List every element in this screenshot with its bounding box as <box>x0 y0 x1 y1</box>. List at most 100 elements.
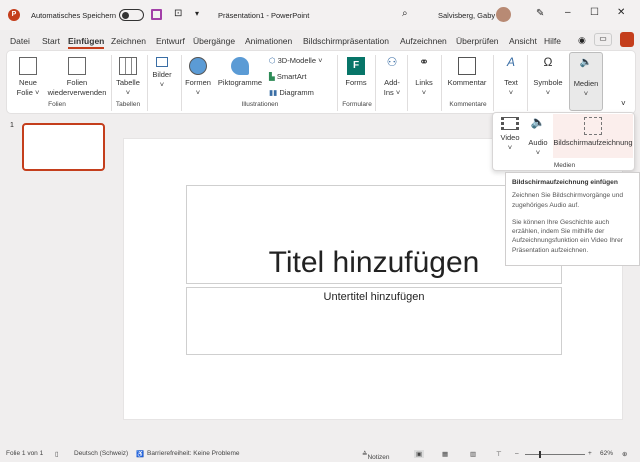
tab-entwurf[interactable]: Entwurf <box>156 36 185 46</box>
minimize-button[interactable]: – <box>565 7 571 18</box>
spellcheck-icon[interactable]: ▯ <box>55 450 59 458</box>
omega-icon: Ω <box>543 55 553 69</box>
tab-ansicht[interactable]: Ansicht <box>509 36 537 46</box>
slide-sorter-icon[interactable]: ▦ <box>442 450 448 458</box>
forms-icon: F <box>347 57 365 75</box>
chart-button[interactable]: ▮▮ Diagramm <box>269 88 314 98</box>
screen-recording-icon <box>584 117 602 135</box>
media-button[interactable]: 🔈 Medien ˅ <box>569 52 603 111</box>
smartart-icon: ▙ <box>269 72 277 81</box>
tooltip: Bildschirmaufzeichnung einfügen Zeichnen… <box>505 172 640 266</box>
slide-number: 1 <box>10 122 14 129</box>
powerpoint-logo-icon: P <box>8 9 20 21</box>
tab-start[interactable]: Start <box>42 36 60 46</box>
user-name[interactable]: Salvisberg, Gaby <box>438 11 495 20</box>
tab-einfuegen[interactable]: Einfügen <box>68 36 105 49</box>
slideshow-icon[interactable]: ⊤ <box>496 450 502 458</box>
text-icon: A <box>506 55 515 69</box>
smartart-button[interactable]: ▙ SmartArt <box>269 72 306 82</box>
share-button[interactable] <box>620 32 634 47</box>
pictures-button[interactable]: Bilder ˅ <box>149 57 175 90</box>
addins-icon: ⚇ <box>386 55 398 69</box>
ribbon: Neue Folie ˅ Folien wiederverwenden Folien… <box>6 50 636 114</box>
chart-icon: ▮▮ <box>269 88 280 97</box>
new-slide-button[interactable]: Neue Folie ˅ <box>13 57 43 98</box>
tab-ueberpruefen[interactable]: Überprüfen <box>456 36 499 46</box>
audio-button[interactable]: 🔈 Audio ˅ <box>525 115 551 158</box>
present-icon[interactable]: ⊡ <box>174 8 182 19</box>
3d-models-button[interactable]: ⬡ 3D-Modelle ˅ <box>269 56 322 66</box>
group-label-medien: Medien <box>553 162 576 169</box>
media-dropdown: Video ˅ 🔈 Audio ˅ Bildschirmaufzeichnung Me… <box>492 112 635 171</box>
screen-recording-button[interactable]: Bildschirmaufzeichnung <box>553 114 633 158</box>
film-icon <box>501 117 519 130</box>
notes-button[interactable]: ≙ Notizen <box>362 450 390 461</box>
link-icon: ⚭ <box>418 55 430 69</box>
table-button[interactable]: Tabelle ˅ <box>113 57 143 98</box>
group-label-folien: Folien <box>48 101 66 108</box>
icons-button[interactable]: Piktogramme <box>215 57 265 88</box>
text-button[interactable]: A Text ˅ <box>497 55 525 98</box>
autosave-toggle[interactable] <box>119 9 144 21</box>
tab-zeichnen[interactable]: Zeichnen <box>111 36 146 46</box>
forms-button[interactable]: F Forms <box>341 57 371 88</box>
tooltip-title: Bildschirmaufzeichnung einfügen <box>512 179 618 186</box>
pen-icon[interactable]: ✎ <box>536 8 544 19</box>
tab-animationen[interactable]: Animationen <box>245 36 292 46</box>
icons-icon <box>231 57 249 75</box>
3d-model-icon: ⬡ <box>269 56 278 65</box>
links-button[interactable]: ⚭ Links ˅ <box>411 55 437 98</box>
search-icon[interactable]: ⌕ <box>402 8 408 19</box>
fit-to-window-icon[interactable]: ⊕ <box>622 450 627 458</box>
slide-thumbnail[interactable] <box>22 123 105 171</box>
shapes-icon <box>189 57 207 75</box>
addins-button[interactable]: ⚇ Add- Ins ˅ <box>379 55 405 98</box>
group-label-formulare: Formulare <box>342 101 372 108</box>
language[interactable]: Deutsch (Schweiz) <box>74 450 128 457</box>
status-bar: Folie 1 von 1 ▯ Deutsch (Schweiz) ♿ Barr… <box>0 446 640 462</box>
record-icon[interactable]: ◉ <box>578 35 586 46</box>
accessibility-status[interactable]: Barrierefreiheit: Keine Probleme <box>147 450 240 457</box>
comments-icon[interactable]: ▭ <box>594 33 612 46</box>
speaker-icon: 🔈 <box>530 115 546 129</box>
speaker-icon: 🔈 <box>579 57 593 68</box>
reuse-slides-button[interactable]: Folien wiederverwenden <box>45 57 109 98</box>
group-label-illustrationen: Illustrationen <box>241 101 279 108</box>
title-bar: P Automatisches Speichern ⊡ ▾ Präsentati… <box>0 0 640 30</box>
tab-aufzeichnen[interactable]: Aufzeichnen <box>400 36 447 46</box>
document-title: Präsentation1 - PowerPoint <box>218 11 310 20</box>
ribbon-collapse-icon[interactable]: ˅ <box>621 99 626 108</box>
zoom-in-button[interactable]: + <box>588 450 592 457</box>
shapes-button[interactable]: Formen ˅ <box>183 57 213 98</box>
zoom-level[interactable]: 62% <box>600 450 613 457</box>
subtitle-placeholder[interactable]: Untertitel hinzufügen <box>186 287 562 355</box>
autosave-label: Automatisches Speichern <box>31 11 117 20</box>
avatar[interactable] <box>496 7 511 22</box>
tooltip-text-1: Zeichnen Sie Bildschirmvorgänge und zuge… <box>512 192 624 209</box>
zoom-slider[interactable] <box>525 451 585 458</box>
tab-hilfe[interactable]: Hilfe <box>544 36 561 46</box>
tab-bildschirmpraesentation[interactable]: Bildschirmpräsentation <box>303 36 389 46</box>
new-slide-icon <box>19 57 37 75</box>
tab-uebergaenge[interactable]: Übergänge <box>193 36 235 46</box>
close-button[interactable]: ✕ <box>617 7 625 18</box>
comment-icon <box>458 57 476 75</box>
maximize-button[interactable]: ☐ <box>590 7 599 18</box>
video-button[interactable]: Video ˅ <box>497 117 523 153</box>
tab-datei[interactable]: Datei <box>10 36 30 46</box>
accessibility-icon[interactable]: ♿ <box>136 450 144 458</box>
comment-button[interactable]: Kommentar <box>445 57 489 88</box>
group-label-tabellen: Tabellen <box>115 101 141 108</box>
reuse-slides-icon <box>68 57 86 75</box>
reading-view-icon[interactable]: ▥ <box>470 450 476 458</box>
symbols-button[interactable]: Ω Symbole ˅ <box>531 55 565 98</box>
zoom-out-button[interactable]: – <box>515 450 519 457</box>
group-label-kommentare: Kommentare <box>449 101 487 108</box>
normal-view-icon[interactable]: ▣ <box>414 450 425 458</box>
ribbon-tabs: Datei Start Einfügen Zeichnen Entwurf Üb… <box>0 30 640 50</box>
save-icon[interactable] <box>151 9 162 20</box>
quick-access-dropdown-icon[interactable]: ▾ <box>195 9 199 18</box>
tooltip-text-2: Sie können Ihre Geschichte auch erzählen… <box>512 218 623 254</box>
picture-icon <box>156 57 168 67</box>
table-icon <box>119 57 137 75</box>
